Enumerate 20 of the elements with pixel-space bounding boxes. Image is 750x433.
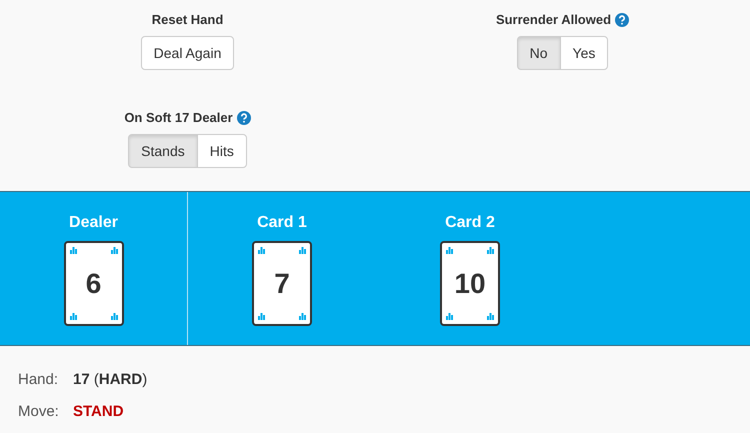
- result-label: Move:: [18, 402, 60, 422]
- card-value: 10: [454, 270, 486, 298]
- card-label: Card 2: [445, 213, 495, 231]
- toggle-option[interactable]: Stands: [128, 134, 198, 168]
- toggle-option[interactable]: Hits: [196, 134, 247, 168]
- setting-label: Surrender Allowed: [496, 11, 612, 30]
- deal-again-button[interactable]: Deal Again: [140, 36, 234, 70]
- setting-label: On Soft 17 Dealer: [124, 109, 233, 128]
- setting-label: Reset Hand: [152, 11, 224, 30]
- help-icon[interactable]: [615, 13, 630, 27]
- card-label: Card 1: [257, 213, 307, 231]
- result-label: Hand:: [18, 370, 60, 390]
- toggle-option[interactable]: Yes: [560, 36, 608, 70]
- help-icon[interactable]: [236, 111, 251, 125]
- toggle-option[interactable]: No: [516, 36, 561, 70]
- card-value: 7: [274, 270, 290, 298]
- card-value: 6: [86, 270, 102, 298]
- card-label: Dealer: [69, 213, 118, 231]
- hand-value: 17 (HARD): [73, 370, 148, 390]
- move-value: STAND: [73, 402, 124, 422]
